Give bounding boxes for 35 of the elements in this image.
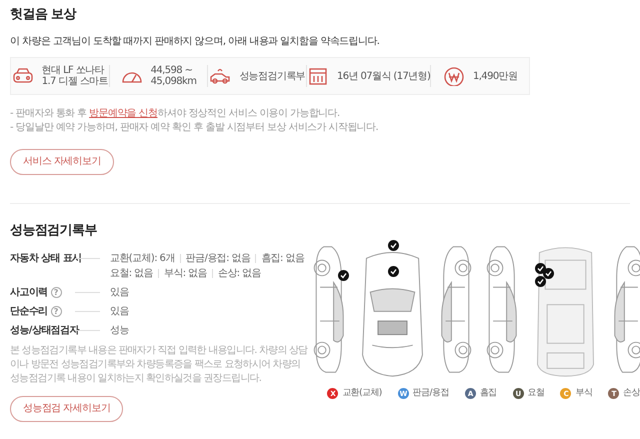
- legend-label: 요철: [528, 387, 544, 400]
- note-link[interactable]: 방문예약을 신청: [89, 108, 158, 119]
- row-value: 흠집: 없음: [261, 253, 304, 264]
- note-text: - 판매자와 통화 후 방문예약을 신청하셔야 정상적인 서비스 이용이 가능합니다.: [10, 107, 341, 121]
- intro-text: 이 차량은 고객님이 도착할 때까지 판매하지 않으며, 아래 내용과 일치함을 약속드립니다.: [10, 35, 380, 49]
- row-value: 부식: 없음: [164, 268, 207, 279]
- legend-label: 손상: [623, 387, 640, 400]
- section-title: 헛걸음 보상: [10, 6, 78, 23]
- legend-label: 판금/용접: [412, 387, 449, 400]
- note-text: - 당일날만 예약 가능하며, 판매자 예약 확인 후 출발 시점부터 보상 서비스가 시작됩니다.: [10, 121, 380, 135]
- row-value: 있음: [110, 287, 129, 298]
- row-label: 자동차 상태 표시: [10, 252, 82, 266]
- info-text: 현대 LF 쏘나타 1.7 디젤 스마트: [42, 65, 108, 87]
- row-label: 사고이력: [10, 286, 48, 300]
- info-text: 성능점검기록부: [239, 70, 306, 82]
- help-icon[interactable]: ?: [50, 306, 62, 317]
- info-text: 44,598 ~ 45,098km: [150, 65, 196, 87]
- info-text: 16년 07월식 (17년형): [337, 70, 430, 82]
- service-details-button[interactable]: 서비스 자세히보기: [10, 149, 114, 175]
- row-label: 성능/상태점검자: [10, 324, 79, 338]
- legend-label: 흠집: [480, 387, 497, 400]
- row-value: 있음: [110, 306, 129, 317]
- row-value: 교환(교체): 6개: [110, 253, 175, 264]
- row-value: 요철: 없음: [110, 268, 153, 279]
- legend-label: 부식: [575, 387, 592, 400]
- row-value: 성능: [110, 325, 129, 336]
- row-label: 단순수리: [10, 305, 48, 319]
- legend-label: 교환(교체): [342, 387, 382, 400]
- row-value: 손상: 없음: [218, 268, 261, 279]
- row-value: 판금/용접: 없음: [186, 253, 250, 264]
- section-title: 성능점검기록부: [10, 222, 98, 239]
- info-text: 1,490만원: [472, 70, 518, 82]
- inspection-note: 본 성능점검기록부 내용은 판매자가 직접 입력한 내용입니다. 차량의 상담이나 방문전 성능점검기록부와 차량등록증을 팩스로 요청하시어 차량의 성능점검기록 내용이 일치하는지 확인하실것을 권장드립니다.: [10, 344, 309, 386]
- help-icon[interactable]: ?: [50, 287, 62, 298]
- inspection-details-button[interactable]: 성능점검 자세히보기: [10, 396, 124, 422]
